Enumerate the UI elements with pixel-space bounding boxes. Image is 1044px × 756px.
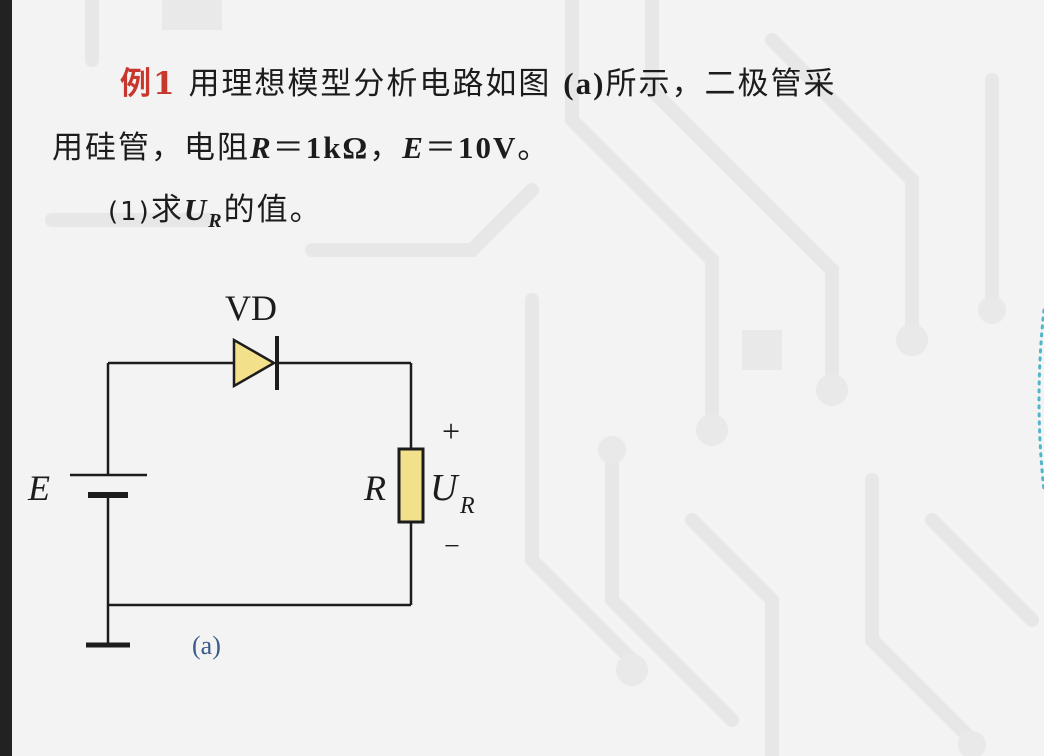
resistor — [397, 447, 425, 524]
circuit-diagram: VD E R U R + − (a) — [27, 288, 475, 660]
source-label: E — [27, 468, 50, 508]
plus-sign: + — [442, 413, 460, 449]
minus-sign: − — [444, 531, 460, 562]
decorative-dots — [1037, 308, 1044, 492]
slide: 例1 用理想模型分析电路如图 (a)所示，二极管采 用硅管，电阻R＝1kΩ，E＝… — [12, 0, 1044, 756]
figure-caption: (a) — [192, 631, 221, 660]
voltage-label: U — [430, 467, 460, 509]
voltage-label-subscript: R — [459, 493, 475, 519]
resistor-label: R — [363, 468, 386, 508]
diode-triangle — [232, 337, 277, 389]
diode-label: VD — [225, 288, 277, 328]
